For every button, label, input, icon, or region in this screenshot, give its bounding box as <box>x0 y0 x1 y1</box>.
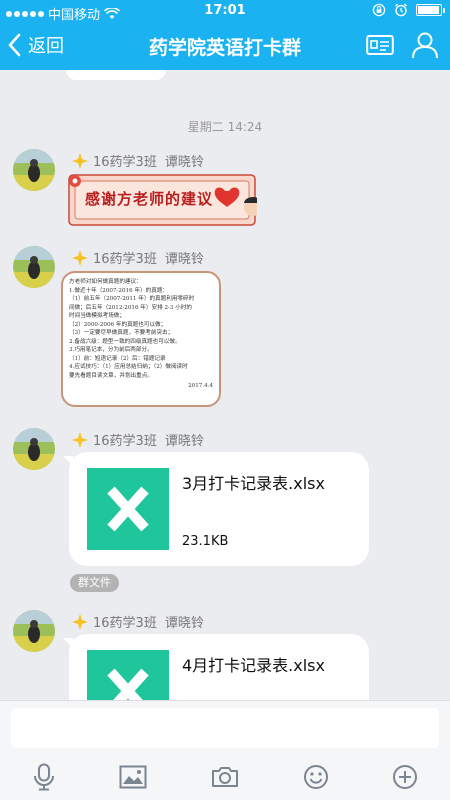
note-line: （1）前五年（2007-2011 年）的真题利用零碎时 <box>69 296 195 302</box>
star-badge-icon <box>72 249 88 266</box>
battery-icon <box>416 4 445 16</box>
file-card[interactable]: 3月打卡记录表.xlsx 23.1KB <box>63 452 369 566</box>
note-line: 1.做近十年（2007-2016 年）的真题： <box>69 287 169 294</box>
sticker-text: 感谢方老师的建议 <box>85 190 214 208</box>
note-line: 要先看题目读文章，并划出重点。 <box>69 372 153 379</box>
note-line: 间做；后五年（2012-2016 年）安排 2-3 小时的 <box>69 304 193 311</box>
image-icon[interactable] <box>119 765 147 789</box>
file-name: 3月打卡记录表.xlsx <box>182 474 325 493</box>
chat-area[interactable]: 星期二 14:24 16药学3班 谭晓铃 感谢方老师的建议 16药学3班 谭晓铃… <box>0 70 450 700</box>
group-members-icon[interactable] <box>410 30 440 60</box>
note-line: 4.应试技巧：（1）应用总结归纳；（2）做阅读时 <box>69 364 188 370</box>
sender-line: 16药学3班 谭晓铃 <box>71 430 204 449</box>
sender-name: 谭晓铃 <box>164 155 204 170</box>
sender-line: 16药学3班 谭晓铃 <box>71 248 204 267</box>
sender-name: 谭晓铃 <box>164 252 204 267</box>
avatar[interactable] <box>13 246 55 288</box>
message-input[interactable] <box>11 708 439 748</box>
note-date: 2017.4.4 <box>188 383 213 389</box>
note-line: （3）一定要尽早做真题，不要考前突击； <box>69 330 174 336</box>
sender-class: 16药学3班 <box>93 616 157 631</box>
emoji-icon[interactable] <box>303 764 329 790</box>
previous-message-bubble[interactable] <box>66 70 166 80</box>
note-line: 3.巧用笔记本，分为前后两部分。 <box>69 347 153 353</box>
input-toolbar <box>0 759 450 795</box>
sender-name: 谭晓铃 <box>164 616 204 631</box>
message-item: 16药学3班 谭晓铃 3月打卡记录表.xlsx 23.1KB <box>13 428 433 568</box>
file-name: 4月打卡记录表.xlsx <box>182 656 325 675</box>
rotation-lock-icon <box>372 3 386 17</box>
note-line: 2.备战六级：题型一致的四级真题也可以做。 <box>69 338 181 345</box>
sender-class: 16药学3班 <box>93 434 157 449</box>
excel-file-icon <box>87 468 169 550</box>
note-line: 时间当做模拟考场做； <box>69 313 125 319</box>
note-line: 方老师对如何做真题的建议： <box>69 279 142 285</box>
group-profile-card-icon[interactable] <box>366 34 394 56</box>
star-badge-icon <box>72 613 88 630</box>
star-badge-icon <box>72 152 88 169</box>
camera-icon[interactable] <box>211 765 239 789</box>
file-card[interactable]: 4月打卡记录表.xlsx <box>63 634 369 700</box>
sender-line: 16药学3班 谭晓铃 <box>71 612 204 631</box>
message-item: 16药学3班 谭晓铃 感谢方老师的建议 <box>13 149 433 239</box>
status-bar: 中国移动 17:01 <box>0 0 450 23</box>
nav-bar: 返回 药学院英语打卡群 <box>0 22 450 70</box>
note-line: （1）前：短语记录（2）后：错题记录 <box>69 355 166 362</box>
sender-class: 16药学3班 <box>93 155 157 170</box>
microphone-icon[interactable] <box>32 763 56 791</box>
avatar[interactable] <box>13 149 55 191</box>
avatar[interactable] <box>13 428 55 470</box>
file-size: 23.1KB <box>182 534 229 549</box>
alarm-icon <box>395 3 407 17</box>
sender-line: 16药学3班 谭晓铃 <box>71 151 204 170</box>
excel-file-icon <box>87 650 169 700</box>
plus-icon[interactable] <box>392 764 418 790</box>
nav-actions <box>366 30 440 60</box>
message-item: 16药学3班 谭晓铃 方老师对如何做真题的建议： 1.做近十年（2007-201… <box>13 246 433 416</box>
status-right <box>372 3 445 17</box>
image-note-bubble[interactable]: 方老师对如何做真题的建议： 1.做近十年（2007-2016 年）的真题： （1… <box>61 271 221 407</box>
input-area <box>0 700 450 800</box>
note-line: （2）2000-2006 年的真题也可以做； <box>69 321 167 328</box>
star-badge-icon <box>72 431 88 448</box>
sticker[interactable]: 感谢方老师的建议 <box>67 173 257 227</box>
sender-class: 16药学3班 <box>93 252 157 267</box>
avatar[interactable] <box>13 610 55 652</box>
timestamp: 星期二 14:24 <box>187 120 263 134</box>
message-item: 16药学3班 谭晓铃 4月打卡记录表.xlsx <box>13 610 433 700</box>
sender-name: 谭晓铃 <box>164 434 204 449</box>
group-file-tag: 群文件 <box>70 574 119 592</box>
